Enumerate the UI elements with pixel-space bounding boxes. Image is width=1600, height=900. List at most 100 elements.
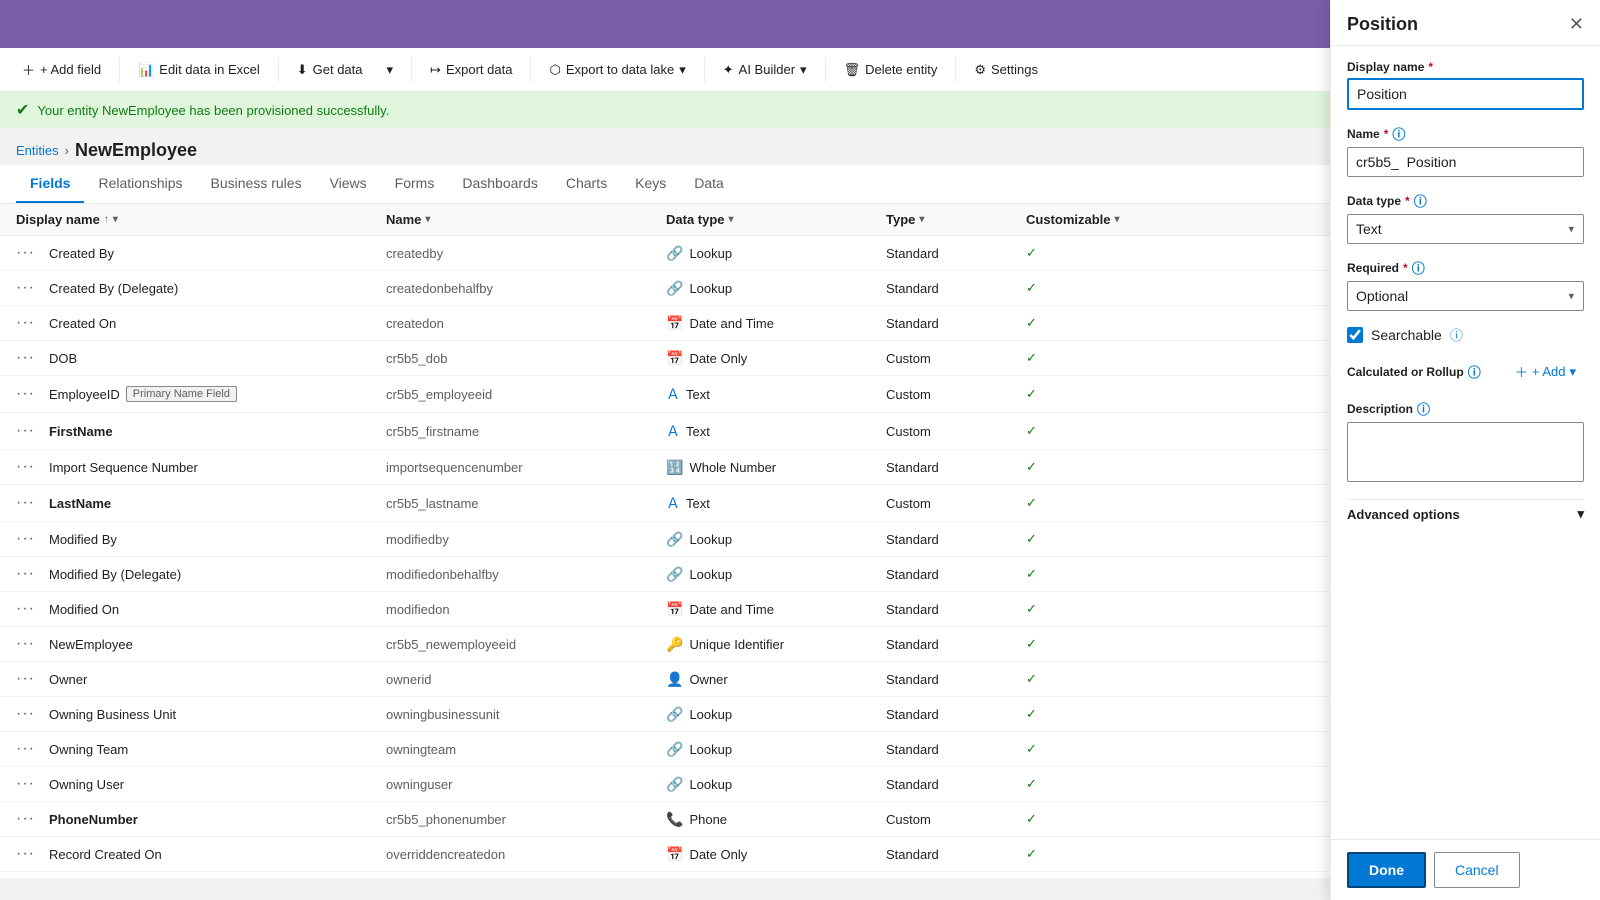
display-name-text: Record Created On [49, 847, 162, 862]
th-name[interactable]: Name ▾ [386, 212, 666, 227]
row-menu[interactable]: ··· [16, 385, 35, 403]
dtype-sort-icon: ▾ [729, 214, 734, 225]
panel-title: Position [1347, 14, 1418, 35]
row-customizable: ✓ [1026, 566, 1166, 582]
breadcrumb-entities[interactable]: Entities [16, 143, 59, 158]
tab-data[interactable]: Data [680, 165, 738, 203]
dt-label: Text [686, 387, 710, 402]
edit-excel-button[interactable]: 📊 Edit data in Excel [128, 56, 270, 84]
row-type: Custom [886, 387, 1026, 402]
add-field-button[interactable]: ＋ + Add field [12, 54, 111, 85]
row-display-name: ··· Created By (Delegate) [16, 279, 386, 297]
dt-label: Date and Time [689, 602, 774, 617]
cust-sort-icon: ▾ [1115, 214, 1120, 225]
required-select[interactable]: Optional Business Recommended Business R… [1347, 281, 1584, 311]
add-calc-button[interactable]: ＋ + Add ▾ [1507, 358, 1584, 385]
name-info-icon[interactable]: ⓘ [1392, 124, 1405, 143]
row-menu[interactable]: ··· [16, 530, 35, 548]
row-name: createdon [386, 316, 666, 331]
row-type: Standard [886, 672, 1026, 687]
lake-icon: ⬡ [549, 62, 560, 78]
description-label: Description ⓘ [1347, 399, 1584, 418]
display-name-text: Modified By [49, 532, 117, 547]
row-customizable: ✓ [1026, 601, 1166, 617]
desc-info-icon[interactable]: ⓘ [1417, 399, 1430, 418]
panel-body: Display name * Name * ⓘ Data type * ⓘ Te… [1331, 46, 1600, 839]
dt-icon: 📅 [666, 601, 683, 618]
row-menu[interactable]: ··· [16, 422, 35, 440]
data-type-info-icon[interactable]: ⓘ [1414, 191, 1427, 210]
row-menu[interactable]: ··· [16, 670, 35, 688]
row-menu[interactable]: ··· [16, 705, 35, 723]
data-type-cell: 📞 Phone [666, 811, 886, 828]
settings-button[interactable]: ⚙ Settings [964, 56, 1048, 84]
row-menu[interactable]: ··· [16, 635, 35, 653]
row-type: Standard [886, 281, 1026, 296]
th-type[interactable]: Type ▾ [886, 212, 1026, 227]
ai-builder-button[interactable]: ✦ AI Builder ▾ [713, 56, 817, 84]
searchable-checkbox[interactable] [1347, 327, 1363, 343]
row-menu[interactable]: ··· [16, 775, 35, 793]
tab-business-rules[interactable]: Business rules [197, 165, 316, 203]
tab-keys[interactable]: Keys [621, 165, 680, 203]
row-display-name: ··· Owning Team [16, 740, 386, 758]
row-menu[interactable]: ··· [16, 740, 35, 758]
searchable-info-icon[interactable]: ⓘ [1450, 325, 1463, 344]
cancel-button[interactable]: Cancel [1434, 852, 1520, 888]
data-type-cell: 📅 Date Only [666, 350, 886, 367]
th-data-type[interactable]: Data type ▾ [666, 212, 886, 227]
get-data-button[interactable]: ⬇ Get data [287, 56, 373, 84]
dt-icon: 🔗 [666, 531, 683, 548]
tab-forms[interactable]: Forms [381, 165, 449, 203]
row-menu[interactable]: ··· [16, 845, 35, 863]
dt-label: Lookup [689, 567, 732, 582]
dt-icon: 📅 [666, 350, 683, 367]
row-display-name: ··· Created By [16, 244, 386, 262]
export-icon: ↦ [430, 62, 441, 78]
export-lake-button[interactable]: ⬡ Export to data lake ▾ [539, 56, 695, 84]
delete-entity-button[interactable]: 🗑 Delete entity [834, 56, 948, 84]
export-data-button[interactable]: ↦ Export data [420, 56, 522, 84]
row-menu[interactable]: ··· [16, 600, 35, 618]
done-button[interactable]: Done [1347, 852, 1426, 888]
tab-views[interactable]: Views [316, 165, 381, 203]
dt-label: Date Only [689, 847, 747, 862]
row-menu[interactable]: ··· [16, 458, 35, 476]
panel-close-button[interactable]: ✕ [1569, 14, 1584, 35]
data-type-cell: Ａ Text [666, 421, 886, 441]
row-display-name: ··· Created On [16, 314, 386, 332]
advanced-options-row[interactable]: Advanced options ▾ [1347, 499, 1584, 528]
name-input[interactable] [1347, 147, 1584, 177]
row-menu[interactable]: ··· [16, 565, 35, 583]
calc-info-icon[interactable]: ⓘ [1468, 362, 1481, 381]
th-customizable[interactable]: Customizable ▾ [1026, 212, 1166, 227]
row-menu[interactable]: ··· [16, 244, 35, 262]
get-data-dropdown[interactable]: ▾ [377, 56, 404, 84]
th-display-name[interactable]: Display name ↑ ▾ [16, 212, 386, 227]
dt-label: Lookup [689, 707, 732, 722]
required-info-icon[interactable]: ⓘ [1412, 258, 1425, 277]
row-display-name: ··· LastName [16, 494, 386, 512]
description-textarea[interactable] [1347, 422, 1584, 482]
required-label: Required * ⓘ [1347, 258, 1584, 277]
row-menu[interactable]: ··· [16, 349, 35, 367]
row-name: cr5b5_dob [386, 351, 666, 366]
row-menu[interactable]: ··· [16, 314, 35, 332]
data-type-cell: 🔗 Lookup [666, 280, 886, 297]
display-name-input[interactable] [1347, 78, 1584, 110]
tab-relationships[interactable]: Relationships [84, 165, 196, 203]
row-display-name: ··· Modified By (Delegate) [16, 565, 386, 583]
row-menu[interactable]: ··· [16, 810, 35, 828]
tab-fields[interactable]: Fields [16, 165, 84, 203]
display-name-text: Owning Team [49, 742, 128, 757]
display-name-text: Created By (Delegate) [49, 281, 178, 296]
row-menu[interactable]: ··· [16, 494, 35, 512]
row-menu[interactable]: ··· [16, 279, 35, 297]
data-type-cell: 🔗 Lookup [666, 531, 886, 548]
data-type-select[interactable]: Text [1347, 214, 1584, 244]
panel-header: Position ✕ [1331, 0, 1600, 46]
row-customizable: ✓ [1026, 776, 1166, 792]
tab-charts[interactable]: Charts [552, 165, 621, 203]
display-name-text: EmployeeID [49, 387, 120, 402]
tab-dashboards[interactable]: Dashboards [448, 165, 552, 203]
